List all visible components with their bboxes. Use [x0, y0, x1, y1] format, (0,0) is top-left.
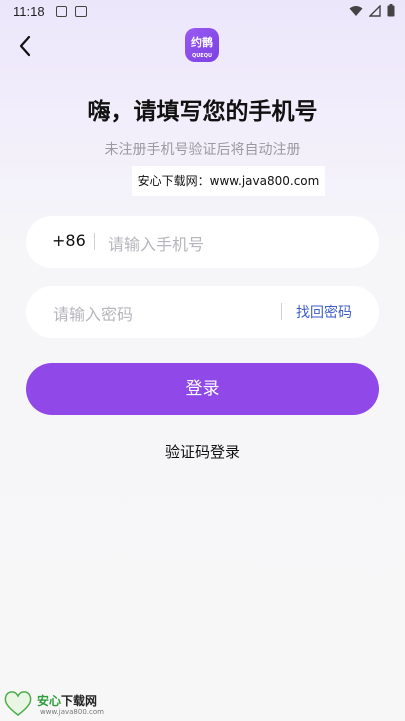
battery-icon — [387, 4, 395, 17]
notification-a-icon — [56, 6, 67, 17]
signal-icon — [369, 4, 381, 17]
password-input[interactable]: 请输入密码 — [53, 301, 133, 325]
phone-divider — [94, 233, 95, 250]
status-bar: 11:18 — [0, 0, 405, 24]
forgot-password-link[interactable]: 找回密码 — [296, 302, 352, 322]
watermark-banner: 安心下载网：www.java800.com — [132, 166, 325, 196]
brand-name: 安心下载网 — [37, 692, 97, 709]
heart-logo-icon — [4, 691, 32, 716]
page-title: 嗨，请填写您的手机号 — [87, 99, 318, 125]
page-subtitle: 未注册手机号验证后将自动注册 — [104, 142, 301, 158]
brand-name-green: 安心 — [37, 694, 62, 708]
phone-input[interactable]: 请输入手机号 — [108, 231, 204, 255]
notification-screen-icon — [75, 6, 87, 17]
code-login-link[interactable]: 验证码登录 — [0, 441, 405, 462]
wifi-icon — [349, 5, 363, 16]
brand-name-dark: 下载网 — [61, 694, 98, 708]
password-divider — [281, 303, 282, 320]
password-field[interactable]: 请输入密码 找回密码 — [26, 286, 379, 338]
status-icons — [349, 4, 395, 17]
app-logo-subtext: QUEQU — [191, 53, 213, 59]
login-button[interactable]: 登录 — [26, 363, 379, 415]
phone-field[interactable]: +86 请输入手机号 — [26, 216, 379, 268]
footer-brand-logo: 安心下载网 www.java800.com — [4, 688, 114, 718]
app-logo-text: 约鹊 — [191, 36, 213, 49]
back-arrow-icon[interactable] — [14, 32, 38, 60]
brand-url: www.java800.com — [40, 708, 104, 716]
status-time: 11:18 — [13, 4, 45, 19]
app-logo: 约鹊 QUEQU — [185, 28, 219, 62]
country-code[interactable]: +86 — [52, 231, 86, 250]
